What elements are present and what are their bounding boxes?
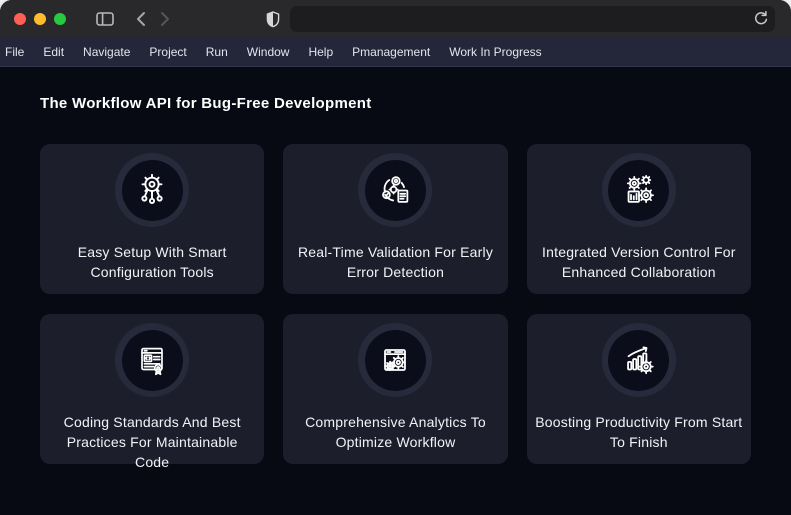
icon-halo: [115, 153, 189, 227]
menu-item-file[interactable]: File: [5, 45, 24, 59]
icon-circle: [365, 330, 426, 391]
menu-item-run[interactable]: Run: [206, 45, 228, 59]
sync-validation-icon: [376, 171, 414, 209]
feature-card-title: Comprehensive Analytics To Optimize Work…: [291, 412, 499, 452]
feature-card-coding-standards: Coding Standards And Best Practices For …: [40, 314, 264, 464]
feature-card-title: Integrated Version Control For Enhanced …: [535, 242, 743, 282]
feature-card-title: Boosting Productivity From Start To Fini…: [535, 412, 743, 452]
minimize-window-button[interactable]: [34, 13, 46, 25]
page-title: The Workflow API for Bug-Free Developmen…: [40, 95, 751, 112]
growth-chart-gear-icon: [620, 341, 658, 379]
menu-item-navigate[interactable]: Navigate: [83, 45, 130, 59]
gear-network-icon: [133, 171, 171, 209]
feature-card-grid: Easy Setup With Smart Configuration Tool…: [40, 144, 751, 464]
icon-halo: [602, 153, 676, 227]
icon-halo: [358, 153, 432, 227]
feature-card-analytics: Comprehensive Analytics To Optimize Work…: [283, 314, 507, 464]
gears-code-chart-icon: [620, 171, 658, 209]
menu-item-help[interactable]: Help: [308, 45, 333, 59]
menu-item-pmanagement[interactable]: Pmanagement: [352, 45, 430, 59]
forward-icon[interactable]: [160, 11, 170, 27]
back-icon[interactable]: [136, 11, 146, 27]
browser-gears-icon: [376, 341, 414, 379]
code-certificate-icon: [133, 341, 171, 379]
nav-arrows: [136, 11, 170, 27]
browser-window: File Edit Navigate Project Run Window Help Pman…: [0, 0, 791, 515]
close-window-button[interactable]: [14, 13, 26, 25]
feature-card-version-control: Integrated Version Control For Enhanced …: [527, 144, 751, 294]
title-bar: [0, 0, 791, 38]
icon-halo: [358, 323, 432, 397]
page-content: The Workflow API for Bug-Free Developmen…: [0, 67, 791, 515]
icon-circle: [608, 160, 669, 221]
feature-card-title: Coding Standards And Best Practices For …: [48, 412, 256, 472]
feature-card-productivity: Boosting Productivity From Start To Fini…: [527, 314, 751, 464]
feature-card-title: Real-Time Validation For Early Error Det…: [291, 242, 499, 282]
menu-item-window[interactable]: Window: [247, 45, 290, 59]
privacy-shield-icon[interactable]: [266, 11, 280, 28]
menu-bar: File Edit Navigate Project Run Window Help Pman…: [0, 38, 791, 67]
menu-item-work-in-progress[interactable]: Work In Progress: [449, 45, 541, 59]
icon-circle: [122, 160, 183, 221]
feature-card-validation: Real-Time Validation For Early Error Det…: [283, 144, 507, 294]
feature-card-title: Easy Setup With Smart Configuration Tool…: [48, 242, 256, 282]
address-input[interactable]: [298, 12, 767, 26]
icon-circle: [365, 160, 426, 221]
menu-item-project[interactable]: Project: [149, 45, 186, 59]
icon-circle: [122, 330, 183, 391]
icon-circle: [608, 330, 669, 391]
address-bar[interactable]: [290, 6, 775, 32]
traffic-lights: [14, 13, 66, 25]
zoom-window-button[interactable]: [54, 13, 66, 25]
refresh-icon[interactable]: [753, 10, 769, 27]
icon-halo: [602, 323, 676, 397]
icon-halo: [115, 323, 189, 397]
menu-item-edit[interactable]: Edit: [43, 45, 64, 59]
feature-card-easy-setup: Easy Setup With Smart Configuration Tool…: [40, 144, 264, 294]
sidebar-toggle-icon[interactable]: [96, 12, 114, 26]
